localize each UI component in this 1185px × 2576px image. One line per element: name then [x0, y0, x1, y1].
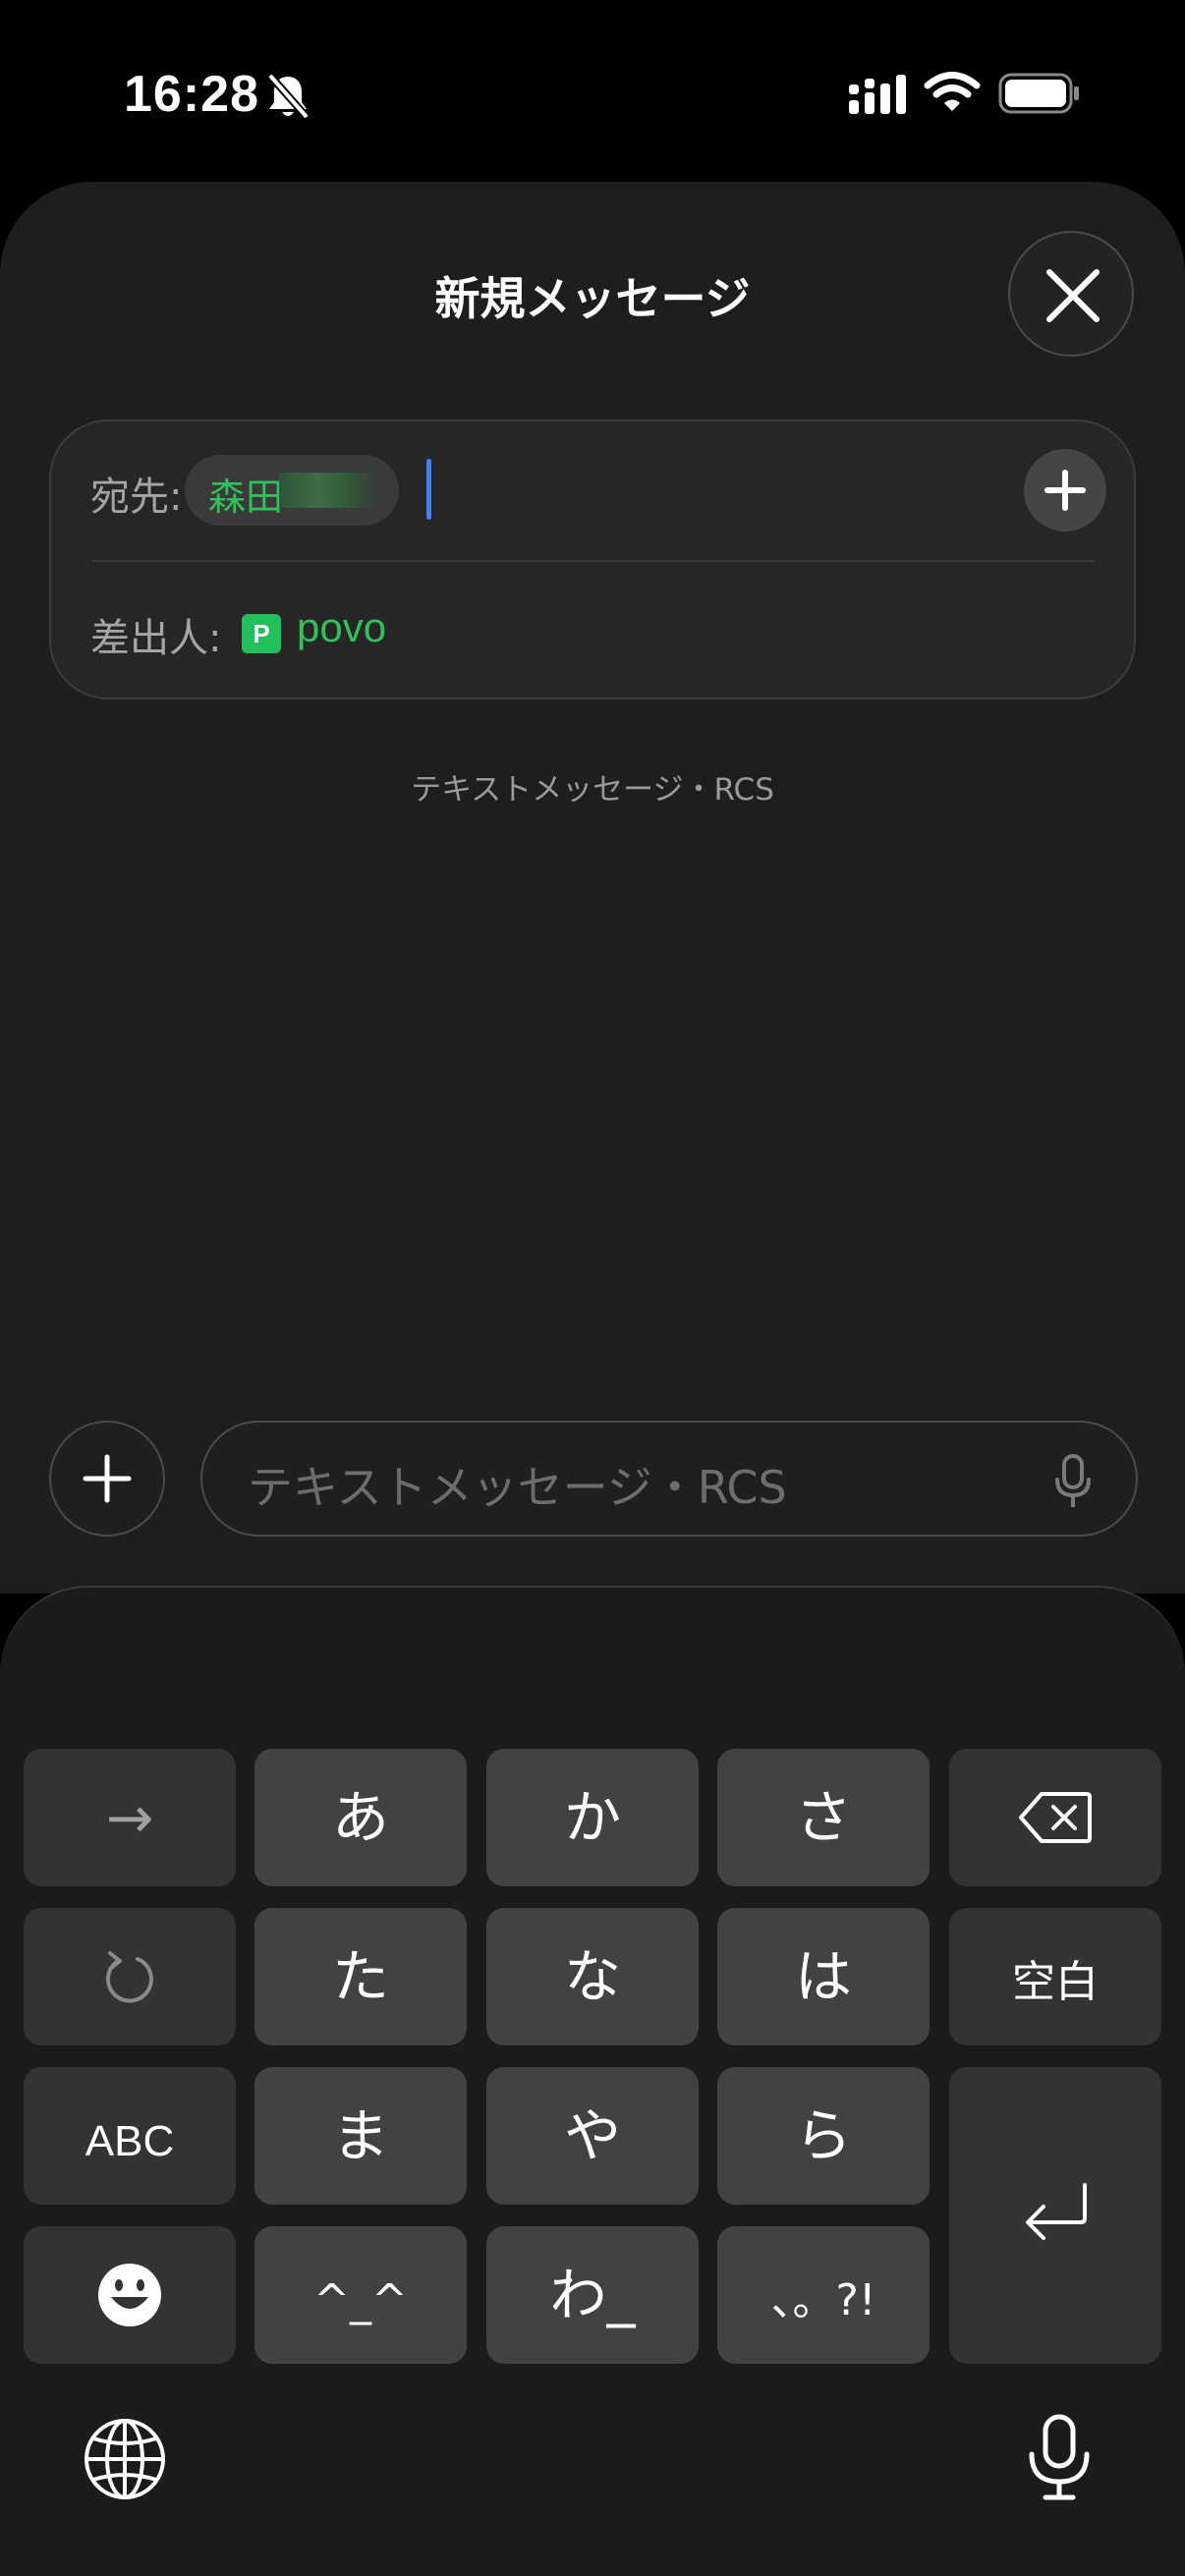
return-icon — [1026, 2183, 1087, 2240]
recipient-name: 森田 — [208, 476, 284, 519]
key-ta-label: た — [331, 1943, 389, 2010]
space-key-label: 空白 — [1012, 1957, 1099, 2007]
to-label: 宛先: — [90, 475, 183, 520]
key-kaomoji[interactable]: ^_^ — [254, 2226, 467, 2364]
return-key[interactable] — [949, 2067, 1161, 2364]
carrier-badge: P — [242, 614, 281, 653]
backspace-icon — [1019, 1792, 1092, 1843]
key-ma[interactable]: ま — [254, 2067, 467, 2205]
add-recipient-button[interactable] — [1024, 449, 1106, 532]
abc-key[interactable]: ABC — [24, 2067, 236, 2205]
key-ha-label: は — [794, 1943, 852, 2010]
key-na-label: な — [563, 1943, 621, 2010]
key-a[interactable]: あ — [254, 1749, 467, 1886]
key-arrow-right[interactable]: → — [24, 1749, 236, 1886]
card-divider — [92, 560, 1095, 562]
key-punctuation[interactable]: 、。?! — [717, 2226, 930, 2364]
key-punctuation-label: 、。?! — [770, 2275, 876, 2325]
key-wa-label: わ_ — [549, 2262, 636, 2328]
cellular-signal-icon — [849, 75, 906, 114]
key-ra-label: ら — [794, 2102, 852, 2169]
plus-icon — [1044, 470, 1086, 511]
close-button[interactable] — [1008, 231, 1134, 357]
message-placeholder: テキストメッセージ・RCS — [248, 1461, 787, 1514]
key-ya[interactable]: や — [486, 2067, 699, 2205]
key-ka[interactable]: か — [486, 1749, 699, 1886]
key-sa[interactable]: さ — [717, 1749, 930, 1886]
key-kaomoji-label: ^_^ — [313, 2275, 408, 2325]
recipient-chip[interactable]: 森田 — [185, 455, 399, 526]
new-message-sheet — [0, 182, 1185, 1594]
undo-icon — [105, 1951, 153, 2003]
attach-button[interactable] — [49, 1421, 165, 1537]
microphone-icon[interactable] — [1024, 2413, 1095, 2501]
key-sa-label: さ — [794, 1784, 852, 1851]
undo-key[interactable] — [24, 1908, 236, 2045]
key-wa[interactable]: わ_ — [486, 2226, 699, 2364]
globe-icon[interactable] — [83, 2417, 167, 2501]
wifi-icon — [924, 72, 981, 111]
key-ya-label: や — [563, 2102, 621, 2169]
key-ta[interactable]: た — [254, 1908, 467, 2045]
key-arrow-label: → — [105, 1784, 154, 1851]
key-ma-label: ま — [331, 2102, 389, 2169]
emoji-icon — [98, 2264, 161, 2326]
from-label: 差出人: — [90, 616, 222, 661]
bell-slash-icon — [266, 73, 310, 120]
message-input[interactable]: テキストメッセージ・RCS — [200, 1421, 1138, 1537]
plus-icon — [83, 1454, 132, 1503]
redacted-name-blur — [279, 473, 377, 508]
battery-icon — [998, 73, 1079, 114]
status-time: 16:28 — [124, 66, 259, 123]
abc-key-label: ABC — [85, 2117, 175, 2165]
key-ra[interactable]: ら — [717, 2067, 930, 2205]
key-ka-label: か — [563, 1784, 621, 1851]
status-bar: 16:28 — [0, 0, 1185, 182]
close-icon — [1046, 269, 1100, 322]
key-ha[interactable]: は — [717, 1908, 930, 2045]
emoji-key[interactable] — [24, 2226, 236, 2364]
carrier-name[interactable]: povo — [297, 604, 386, 651]
backspace-key[interactable] — [949, 1749, 1161, 1886]
service-caption: テキストメッセージ・RCS — [411, 772, 774, 808]
key-a-label: あ — [331, 1784, 389, 1851]
key-na[interactable]: な — [486, 1908, 699, 2045]
microphone-icon[interactable] — [1053, 1454, 1093, 1509]
recipient-card: 宛先: 森田 差出人: P povo — [49, 420, 1136, 700]
recipient-input-cursor[interactable] — [426, 459, 431, 520]
space-key[interactable]: 空白 — [949, 1908, 1161, 2045]
